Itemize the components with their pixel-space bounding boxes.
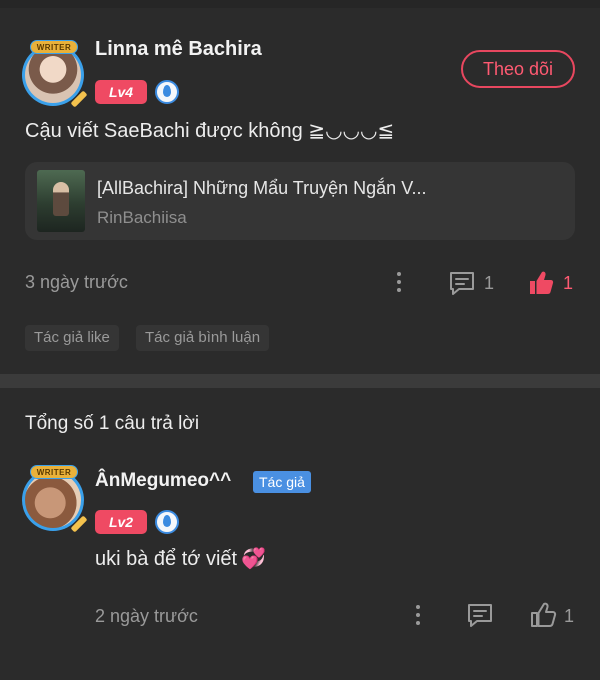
replies-total: Tổng số 1 câu trả lời (25, 413, 200, 434)
reply-like-count: 1 (564, 606, 575, 626)
heart-emoji: 💞 (241, 548, 266, 570)
writer-badge: WRITER (30, 40, 78, 54)
book-cover (37, 170, 85, 232)
reply-time: 2 ngày trước (95, 606, 198, 626)
reply-icon[interactable] (448, 270, 476, 296)
tag-author-comment: Tác giả bình luận (136, 325, 270, 351)
book-author: RinBachiisa (97, 208, 187, 227)
more-options-icon[interactable] (411, 603, 425, 629)
username[interactable]: Linna mê Bachira (95, 38, 262, 61)
book-title: [AllBachira] Những Mẩu Truyện Ngắn V... (97, 178, 427, 198)
thumbs-up-icon[interactable] (529, 601, 557, 629)
more-options-icon[interactable] (392, 270, 406, 296)
avatar-image (25, 47, 81, 103)
shield-icon (155, 80, 179, 104)
comment-time: 3 ngày trước (25, 272, 128, 292)
tag-author-like: Tác giả like (25, 325, 119, 351)
comment-text: Cậu viết SaeBachi được không ≧◡◡◡≦ (25, 120, 395, 142)
book-card[interactable]: [AllBachira] Những Mẩu Truyện Ngắn V... … (25, 162, 575, 240)
reply-username[interactable]: ÂnMegumeo^^ (95, 470, 231, 492)
reply-text: uki bà để tớ viết 💞 (95, 546, 266, 571)
reply-icon[interactable] (466, 602, 494, 628)
section-divider (0, 374, 600, 388)
writer-badge: WRITER (30, 465, 78, 479)
follow-button[interactable]: Theo dõi (461, 50, 575, 88)
cover-figure (53, 182, 69, 216)
author-badge: Tác giả (253, 471, 311, 493)
level-badge: Lv4 (95, 80, 147, 104)
thumbs-up-icon[interactable] (527, 269, 555, 297)
like-count: 1 (563, 273, 574, 293)
user-avatar[interactable]: WRITER (20, 40, 88, 108)
shield-icon (155, 510, 179, 534)
avatar-image (25, 472, 81, 528)
top-separator (0, 0, 600, 8)
reply-level-badge: Lv2 (95, 510, 147, 534)
reply-user-avatar[interactable]: WRITER (20, 465, 88, 533)
reply-count: 1 (484, 273, 495, 293)
reply-text-content: uki bà để tớ viết (95, 548, 238, 570)
